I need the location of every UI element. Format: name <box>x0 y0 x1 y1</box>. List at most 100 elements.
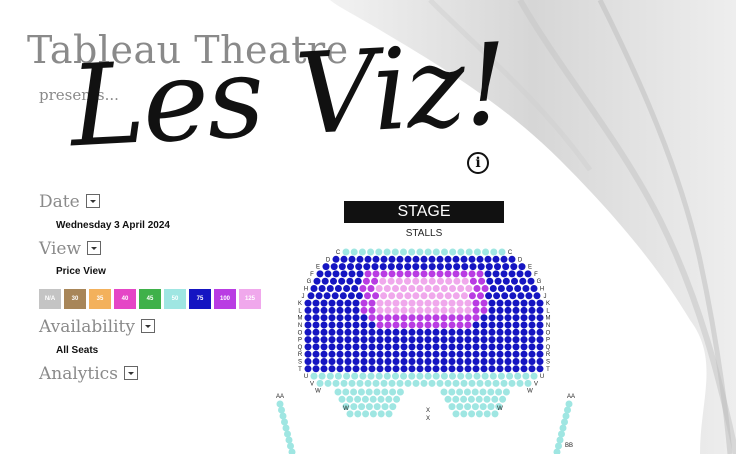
seat[interactable] <box>448 350 456 358</box>
seat[interactable] <box>528 314 536 322</box>
seat[interactable] <box>522 285 530 292</box>
seat[interactable] <box>453 263 461 271</box>
seat[interactable] <box>528 321 536 329</box>
seat[interactable] <box>464 358 472 365</box>
seat[interactable] <box>522 372 530 380</box>
seat[interactable] <box>342 388 350 396</box>
seat[interactable] <box>376 328 384 336</box>
seat[interactable] <box>312 321 320 329</box>
seat[interactable] <box>424 328 432 336</box>
seat[interactable] <box>440 343 448 351</box>
seat[interactable] <box>460 255 468 263</box>
seat[interactable] <box>336 350 344 358</box>
seat[interactable] <box>360 299 368 307</box>
seat[interactable] <box>412 263 420 271</box>
seat[interactable] <box>428 277 436 285</box>
seat[interactable] <box>412 379 420 387</box>
seat[interactable] <box>368 299 376 307</box>
seat[interactable] <box>387 277 395 285</box>
seat[interactable] <box>448 328 456 336</box>
seat[interactable] <box>473 285 481 292</box>
seat[interactable] <box>456 403 464 411</box>
seat[interactable] <box>416 285 424 292</box>
seat[interactable] <box>328 365 336 373</box>
seat[interactable] <box>343 285 351 292</box>
seat[interactable] <box>412 270 420 278</box>
seat[interactable] <box>528 343 536 351</box>
seat[interactable] <box>400 328 408 336</box>
seat[interactable] <box>328 350 336 358</box>
seat[interactable] <box>472 314 480 322</box>
seat[interactable] <box>436 292 444 300</box>
seat[interactable] <box>332 379 340 387</box>
seat[interactable] <box>424 321 432 329</box>
seat[interactable] <box>360 336 368 344</box>
seat[interactable] <box>312 350 320 358</box>
seat[interactable] <box>465 372 473 380</box>
seat[interactable] <box>360 306 368 314</box>
seat[interactable] <box>362 277 370 285</box>
seat[interactable] <box>485 263 493 271</box>
seat[interactable] <box>322 263 330 271</box>
seat[interactable] <box>432 365 440 373</box>
seat[interactable] <box>564 406 571 414</box>
seat[interactable] <box>440 306 448 314</box>
seat[interactable] <box>328 306 336 314</box>
seat[interactable] <box>487 403 495 411</box>
seat[interactable] <box>480 306 488 314</box>
seat[interactable] <box>428 292 436 300</box>
seat[interactable] <box>304 343 312 351</box>
seat[interactable] <box>496 299 504 307</box>
seat[interactable] <box>520 358 528 365</box>
seat[interactable] <box>316 270 324 278</box>
seat[interactable] <box>389 403 397 411</box>
seat[interactable] <box>506 372 514 380</box>
seat[interactable] <box>304 314 312 322</box>
seat[interactable] <box>480 299 488 307</box>
seat[interactable] <box>388 292 396 300</box>
seat[interactable] <box>472 306 480 314</box>
seat[interactable] <box>432 358 440 365</box>
seat[interactable] <box>486 277 494 285</box>
seat[interactable] <box>420 270 428 278</box>
seat[interactable] <box>396 292 404 300</box>
seat[interactable] <box>497 372 505 380</box>
seat[interactable] <box>284 430 291 438</box>
seat[interactable] <box>489 372 497 380</box>
seat[interactable] <box>344 350 352 358</box>
seat[interactable] <box>352 365 360 373</box>
seat[interactable] <box>408 372 416 380</box>
seat[interactable] <box>396 379 404 387</box>
seat[interactable] <box>384 314 392 322</box>
seat[interactable] <box>408 328 416 336</box>
seat[interactable] <box>480 314 488 322</box>
seat[interactable] <box>480 321 488 329</box>
seat[interactable] <box>321 277 329 285</box>
seat[interactable] <box>328 343 336 351</box>
seat[interactable] <box>511 277 518 285</box>
seat[interactable] <box>404 379 412 387</box>
seat[interactable] <box>561 418 568 426</box>
seat[interactable] <box>460 410 468 418</box>
seat[interactable] <box>504 306 512 314</box>
seat[interactable] <box>448 343 456 351</box>
seat[interactable] <box>312 343 320 351</box>
seat[interactable] <box>392 350 400 358</box>
seat[interactable] <box>441 248 448 256</box>
seat[interactable] <box>315 292 323 300</box>
seat[interactable] <box>452 270 460 278</box>
seat[interactable] <box>448 403 456 411</box>
seat[interactable] <box>320 328 328 336</box>
seat[interactable] <box>396 270 404 278</box>
seat[interactable] <box>562 412 570 420</box>
seat[interactable] <box>504 328 512 336</box>
seat[interactable] <box>428 255 436 263</box>
seat[interactable] <box>334 372 342 380</box>
seat[interactable] <box>487 388 495 396</box>
seat[interactable] <box>392 372 399 380</box>
seat[interactable] <box>468 255 476 263</box>
seat[interactable] <box>456 365 464 373</box>
seat[interactable] <box>524 379 532 387</box>
seat[interactable] <box>502 388 510 396</box>
seat[interactable] <box>520 365 528 373</box>
